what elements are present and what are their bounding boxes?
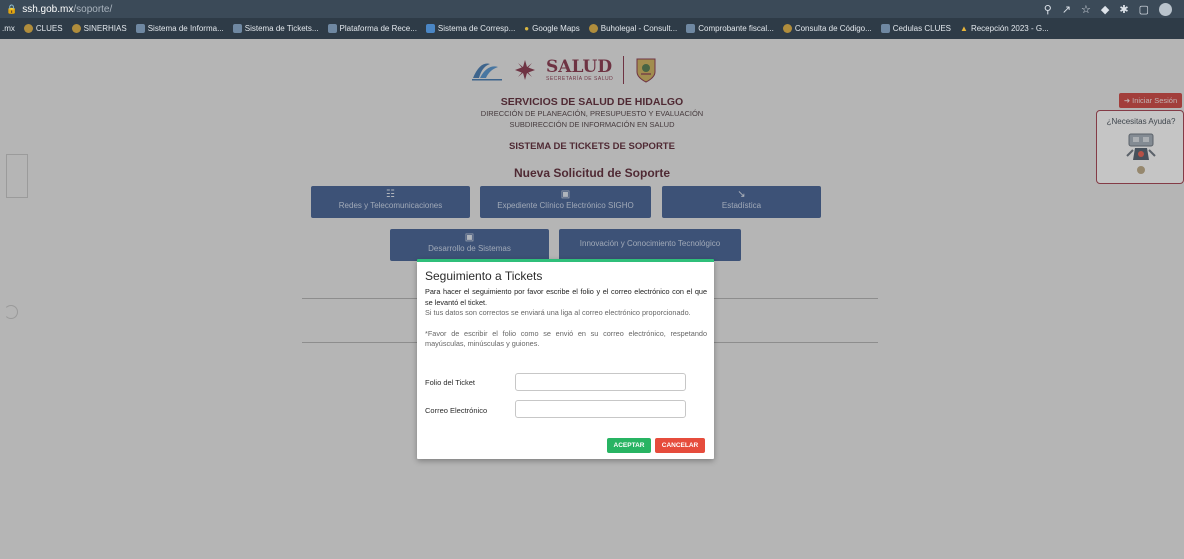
folio-label: Folio del Ticket	[425, 378, 476, 387]
modal-instructions: Para hacer el seguimiento por favor escr…	[425, 287, 707, 307]
bookmark-circle-icon	[71, 24, 81, 33]
bookmark-favicon-icon	[135, 24, 145, 33]
star-icon[interactable]: ☆	[1081, 3, 1091, 16]
extension-icon[interactable]: ◆	[1101, 3, 1109, 16]
url-text[interactable]: ssh.gob.mx/soporte/	[22, 4, 112, 15]
email-input[interactable]	[515, 400, 686, 418]
bookmark-favicon-icon	[327, 24, 337, 33]
bookmark-sistema-tickets[interactable]: Sistema de Tickets...	[232, 24, 319, 33]
bookmark-consulta-codigo[interactable]: Consulta de Código...	[782, 24, 872, 33]
modal-note: *Favor de escribir el folio como se envi…	[425, 328, 707, 349]
bookmark-sinerhias[interactable]: SINERHIAS	[71, 24, 127, 33]
bookmark-circle-icon	[23, 24, 33, 33]
bookmark-favicon-icon	[686, 24, 696, 33]
window-icon[interactable]: ▢	[1139, 3, 1149, 16]
profile-avatar[interactable]	[1159, 2, 1172, 16]
bookmark-sistema-correspondencia[interactable]: Sistema de Corresp...	[425, 24, 515, 33]
share-icon[interactable]: ↗	[1062, 3, 1071, 16]
bookmark-grid-icon	[425, 24, 435, 33]
puzzle-icon[interactable]: ✱	[1119, 3, 1128, 16]
modal-title: Seguimiento a Tickets	[425, 269, 543, 283]
browser-toolbar-icons: ⚲ ↗ ☆ ◆ ✱ ▢	[1044, 0, 1172, 18]
folio-input[interactable]	[515, 373, 686, 391]
ticket-tracking-modal: Seguimiento a Tickets Para hacer el segu…	[417, 259, 714, 459]
zoom-icon[interactable]: ⚲	[1044, 3, 1052, 16]
accept-button[interactable]: ACEPTAR	[607, 438, 651, 453]
map-pin-icon: ●	[524, 24, 530, 33]
modal-info: Si tus datos son correctos se enviará un…	[425, 308, 691, 317]
bookmarks-bar: .mx CLUES SINERHIAS Sistema de Informa..…	[0, 18, 1184, 39]
drive-icon: ▲	[960, 24, 968, 33]
lock-icon: 🔒	[6, 3, 18, 14]
owl-icon	[588, 24, 598, 33]
bookmark-favicon-icon	[880, 24, 890, 33]
bookmark-recepcion-2023[interactable]: ▲ Recepción 2023 - G...	[960, 24, 1049, 33]
bookmark-sistema-informacion[interactable]: Sistema de Informa...	[135, 24, 224, 33]
bookmark-buholegal[interactable]: Buholegal - Consult...	[588, 24, 677, 33]
bookmark-comprobante-fiscal[interactable]: Comprobante fiscal...	[686, 24, 774, 33]
bookmark-plataforma-recetas[interactable]: Plataforma de Rece...	[327, 24, 417, 33]
bookmark-circle-icon	[782, 24, 792, 33]
address-bar[interactable]: 🔒 ssh.gob.mx/soporte/ ⚲ ↗ ☆ ◆ ✱ ▢	[0, 0, 1184, 18]
modal-body: Para hacer el seguimiento por favor escr…	[425, 287, 707, 350]
bookmark-favicon-icon	[232, 24, 242, 33]
bookmark-google-maps[interactable]: ● Google Maps	[524, 24, 579, 33]
bookmark-mx[interactable]: .mx	[2, 24, 15, 33]
bookmark-cedulas-clues[interactable]: Cedulas CLUES	[880, 24, 951, 33]
cancel-button[interactable]: CANCELAR	[655, 438, 705, 453]
email-label: Correo Electrónico	[425, 406, 488, 415]
bookmark-clues[interactable]: CLUES	[23, 24, 63, 33]
